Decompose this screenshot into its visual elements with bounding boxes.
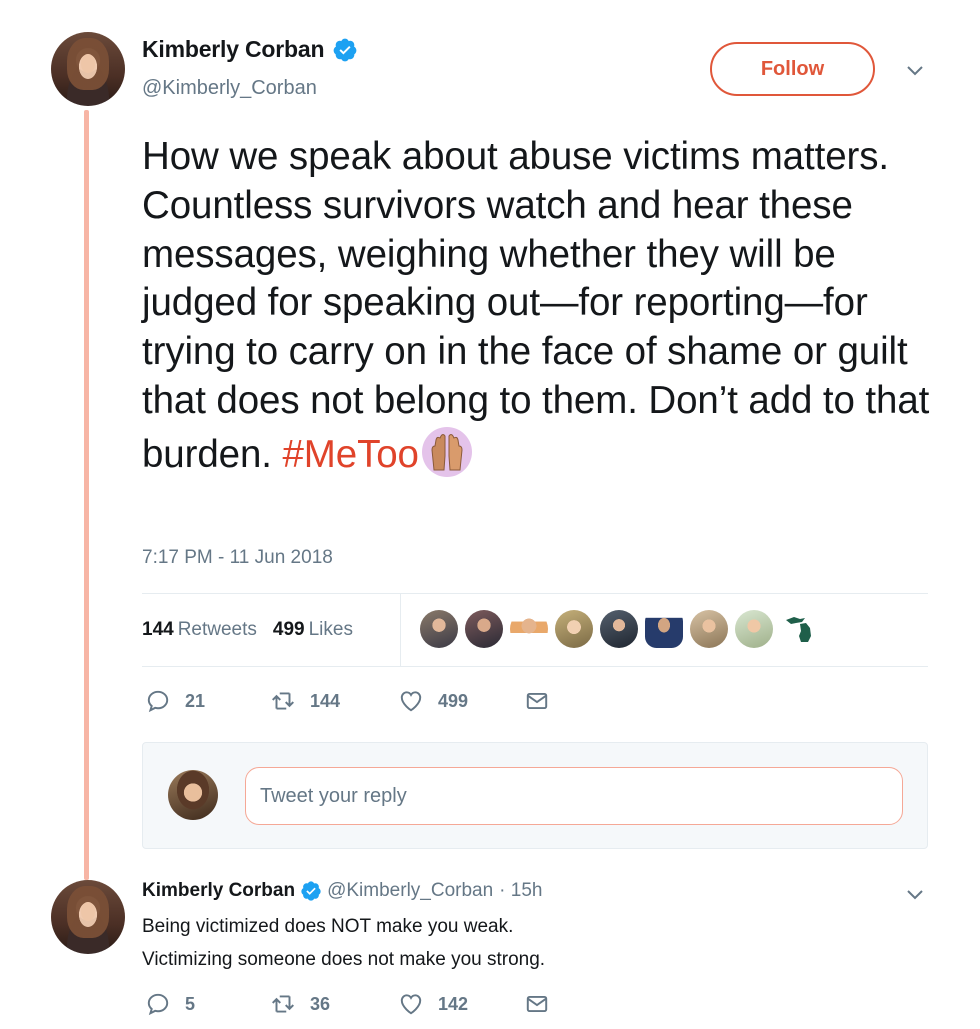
raised-hands-icon xyxy=(421,426,472,477)
hashtag-link[interactable]: #MeToo xyxy=(282,433,418,476)
like-count: 142 xyxy=(438,993,469,1014)
author-name[interactable]: Kimberly Corban xyxy=(142,36,325,63)
reply-text: Being victimized does NOT make you weak.… xyxy=(142,910,545,976)
envelope-icon xyxy=(526,995,548,1013)
retweet-count: 36 xyxy=(310,993,331,1014)
reply-action[interactable]: 21 xyxy=(145,688,270,714)
reply-count: 5 xyxy=(185,993,196,1014)
reply-line: Being victimized does NOT make you weak. xyxy=(142,916,514,937)
stats-separator xyxy=(400,594,401,666)
chevron-down-icon[interactable] xyxy=(905,888,925,902)
likes-count: 499 xyxy=(272,619,305,640)
verified-badge-icon xyxy=(333,38,357,61)
reply-composer xyxy=(142,742,928,849)
like-action[interactable]: 499 xyxy=(398,688,524,714)
author-name-row: Kimberly Corban xyxy=(142,36,358,63)
reply-header: Kimberly Corban @Kimberly_Corban · 15h xyxy=(142,880,542,902)
like-action[interactable]: 142 xyxy=(398,991,524,1017)
reply-author-handle[interactable]: @Kimberly_Corban xyxy=(327,880,493,902)
reply-actions: 5 36 142 xyxy=(145,991,564,1017)
liker-avatar[interactable] xyxy=(645,610,683,648)
reply-line: Victimizing someone does not make you st… xyxy=(142,949,546,970)
reply-icon xyxy=(147,993,169,1016)
direct-message-action[interactable] xyxy=(524,991,564,1017)
retweet-action[interactable]: 144 xyxy=(270,688,398,714)
verified-badge-icon xyxy=(301,881,321,901)
liker-avatar[interactable] xyxy=(465,610,503,648)
retweets-stat[interactable]: 144 Retweets xyxy=(142,619,257,641)
liker-avatar[interactable] xyxy=(510,610,548,648)
retweet-icon xyxy=(272,692,294,710)
chevron-down-icon[interactable] xyxy=(905,64,925,78)
reply-author-name[interactable]: Kimberly Corban xyxy=(142,880,295,902)
tweet-timestamp[interactable]: 7:17 PM - 11 Jun 2018 xyxy=(142,547,333,569)
retweet-action[interactable]: 36 xyxy=(270,991,398,1017)
tweet-text: How we speak about abuse victims matters… xyxy=(142,133,942,480)
likes-stat[interactable]: 499 Likes xyxy=(273,619,353,641)
likes-label: Likes xyxy=(308,619,353,640)
liker-avatar[interactable] xyxy=(420,610,458,648)
author-handle[interactable]: @Kimberly_Corban xyxy=(142,77,317,100)
heart-icon xyxy=(400,691,422,712)
like-count: 499 xyxy=(438,690,469,711)
retweet-count: 144 xyxy=(310,690,341,711)
reply-timestamp[interactable]: · 15h xyxy=(499,880,542,902)
tweet-body: How we speak about abuse victims matters… xyxy=(142,135,930,476)
current-user-avatar[interactable] xyxy=(168,770,218,820)
liker-avatar[interactable] xyxy=(735,610,773,648)
thread-line xyxy=(84,110,89,880)
liker-avatar[interactable] xyxy=(600,610,638,648)
follow-button[interactable]: Follow xyxy=(710,42,875,96)
retweet-icon xyxy=(272,995,294,1013)
retweets-label: Retweets xyxy=(177,619,257,640)
author-avatar[interactable] xyxy=(51,32,125,106)
reply-count: 21 xyxy=(185,690,206,711)
reply-action[interactable]: 5 xyxy=(145,991,270,1017)
envelope-icon xyxy=(526,692,548,710)
michigan-map-icon[interactable] xyxy=(780,610,818,648)
reply-icon xyxy=(147,690,169,713)
tweet-actions: 21 144 499 xyxy=(145,688,564,714)
reply-input[interactable] xyxy=(245,767,903,825)
liker-avatar[interactable] xyxy=(690,610,728,648)
liker-avatar[interactable] xyxy=(555,610,593,648)
likers-avatars xyxy=(420,610,818,648)
divider xyxy=(142,666,928,667)
heart-icon xyxy=(400,994,422,1015)
reply-author-avatar[interactable] xyxy=(51,880,125,954)
retweets-count: 144 xyxy=(142,619,174,640)
direct-message-action[interactable] xyxy=(524,688,564,714)
